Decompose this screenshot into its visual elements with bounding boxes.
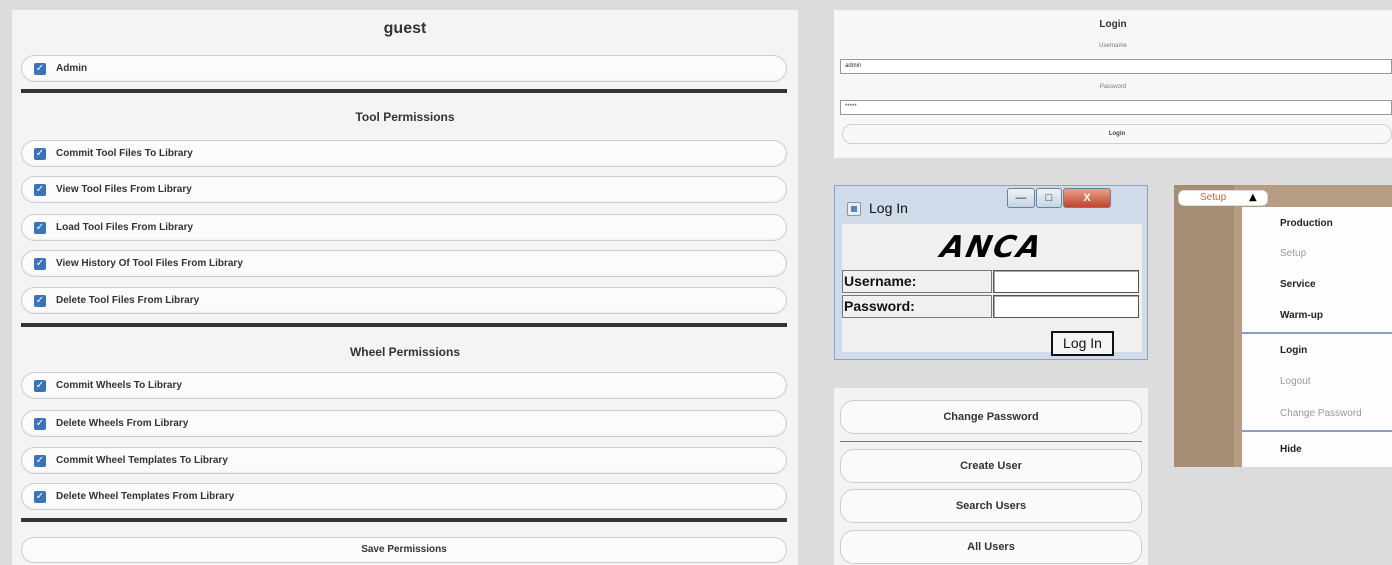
password-input[interactable]: *****: [840, 100, 1392, 115]
menu-item-warmup[interactable]: Warm-up: [1242, 301, 1392, 331]
all-users-button[interactable]: All Users: [840, 530, 1142, 564]
permission-label: Commit Tool Files To Library: [56, 148, 193, 159]
menu-item-setup: Setup: [1280, 248, 1307, 259]
checkbox-checked-icon[interactable]: ✓: [34, 417, 46, 430]
dialog-title-bar[interactable]: Log In — □ X: [835, 186, 1147, 224]
dropdown-menu: Production Setup Service Warm-up Login L…: [1242, 207, 1392, 467]
setup-tab-label: Setup: [1200, 192, 1227, 203]
checkbox-checked-icon[interactable]: ✓: [34, 147, 46, 160]
permission-row[interactable]: ✓ View Tool Files From Library: [21, 176, 787, 203]
admin-checkbox-row[interactable]: ✓ Admin: [21, 55, 787, 82]
permission-label: Delete Wheels From Library: [56, 418, 189, 429]
password-label: Password: [1099, 84, 1127, 90]
checkbox-checked-icon[interactable]: ✓: [34, 221, 46, 234]
close-icon[interactable]: X: [1063, 188, 1111, 208]
menu-item-production[interactable]: Production: [1242, 209, 1392, 239]
create-user-button[interactable]: Create User: [840, 449, 1142, 483]
maximize-icon[interactable]: □: [1036, 188, 1062, 208]
permission-row[interactable]: ✓ Commit Tool Files To Library: [21, 140, 787, 167]
section-divider: [21, 323, 787, 327]
change-password-button[interactable]: Change Password: [840, 400, 1142, 434]
dialog-username-input[interactable]: [993, 270, 1139, 293]
user-management-panel: Change Password Create User Search Users…: [834, 388, 1148, 565]
menu-item-login[interactable]: Login: [1242, 336, 1392, 366]
permission-row[interactable]: ✓ Delete Wheels From Library: [21, 410, 787, 437]
checkbox-checked-icon[interactable]: ✓: [34, 294, 46, 307]
login-button[interactable]: Login: [842, 124, 1392, 144]
anca-logo: ANCA: [937, 230, 1047, 265]
dialog-title: Log In: [869, 200, 908, 216]
checkbox-checked-icon[interactable]: ✓: [34, 62, 46, 75]
menu-item-service[interactable]: Service: [1242, 270, 1392, 300]
menu-item-logout: Logout: [1280, 376, 1311, 387]
permission-row[interactable]: ✓ Delete Wheel Templates From Library: [21, 483, 787, 510]
permission-label: View History Of Tool Files From Library: [56, 258, 243, 269]
permission-label: View Tool Files From Library: [56, 184, 192, 195]
menu-separator: [1242, 430, 1392, 432]
dialog-password-label: Password:: [842, 295, 992, 318]
checkbox-checked-icon[interactable]: ✓: [34, 183, 46, 196]
permission-row[interactable]: ✓ Commit Wheels To Library: [21, 372, 787, 399]
checkbox-checked-icon[interactable]: ✓: [34, 257, 46, 270]
permission-label: Delete Tool Files From Library: [56, 295, 200, 306]
permission-label: Commit Wheels To Library: [56, 380, 182, 391]
checkbox-checked-icon[interactable]: ✓: [34, 490, 46, 503]
mode-menu-screenshot: Setup ▲ Production Setup Service Warm-up…: [1174, 185, 1392, 467]
permission-label: Delete Wheel Templates From Library: [56, 491, 235, 502]
tool-permissions-heading: Tool Permissions: [355, 110, 455, 124]
permission-row[interactable]: ✓ Delete Tool Files From Library: [21, 287, 787, 314]
wheel-permissions-heading: Wheel Permissions: [349, 345, 461, 359]
permission-row[interactable]: ✓ Commit Wheel Templates To Library: [21, 447, 787, 474]
menu-item-change-password: Change Password: [1280, 408, 1362, 419]
login-web-panel: Login Username admin Password ***** Logi…: [834, 10, 1392, 158]
permission-label: Load Tool Files From Library: [56, 222, 194, 233]
checkbox-checked-icon[interactable]: ✓: [34, 454, 46, 467]
admin-label: Admin: [56, 63, 88, 74]
permissions-title: guest: [383, 20, 427, 37]
minimize-icon[interactable]: —: [1007, 188, 1035, 208]
section-divider: [21, 518, 787, 522]
save-permissions-button[interactable]: Save Permissions: [21, 537, 787, 563]
arrow-up-icon: ▲: [1249, 192, 1257, 203]
dialog-body: ANCA Username: Password: Log In: [842, 224, 1142, 356]
section-divider: [21, 89, 787, 93]
permission-row[interactable]: ✓ Load Tool Files From Library: [21, 214, 787, 241]
search-users-button[interactable]: Search Users: [840, 489, 1142, 523]
permission-row[interactable]: ✓ View History Of Tool Files From Librar…: [21, 250, 787, 277]
app-icon: [847, 202, 861, 216]
dialog-login-button[interactable]: Log In: [1051, 331, 1114, 356]
checkbox-checked-icon[interactable]: ✓: [34, 379, 46, 392]
login-title: Login: [1099, 19, 1127, 30]
username-label: Username: [1099, 43, 1127, 49]
menu-item-hide[interactable]: Hide: [1242, 435, 1392, 465]
menu-separator: [1242, 332, 1392, 334]
permissions-panel: guest ✓ Admin Tool Permissions ✓ Commit …: [12, 10, 798, 565]
login-dialog-window: Log In — □ X ANCA Username: Password: Lo…: [834, 185, 1148, 360]
dialog-username-label: Username:: [842, 270, 992, 293]
setup-menu-tab[interactable]: Setup ▲: [1178, 190, 1268, 206]
username-input[interactable]: admin: [840, 59, 1392, 74]
section-divider: [840, 441, 1142, 442]
dialog-password-input[interactable]: [993, 295, 1139, 318]
permission-label: Commit Wheel Templates To Library: [56, 455, 228, 466]
